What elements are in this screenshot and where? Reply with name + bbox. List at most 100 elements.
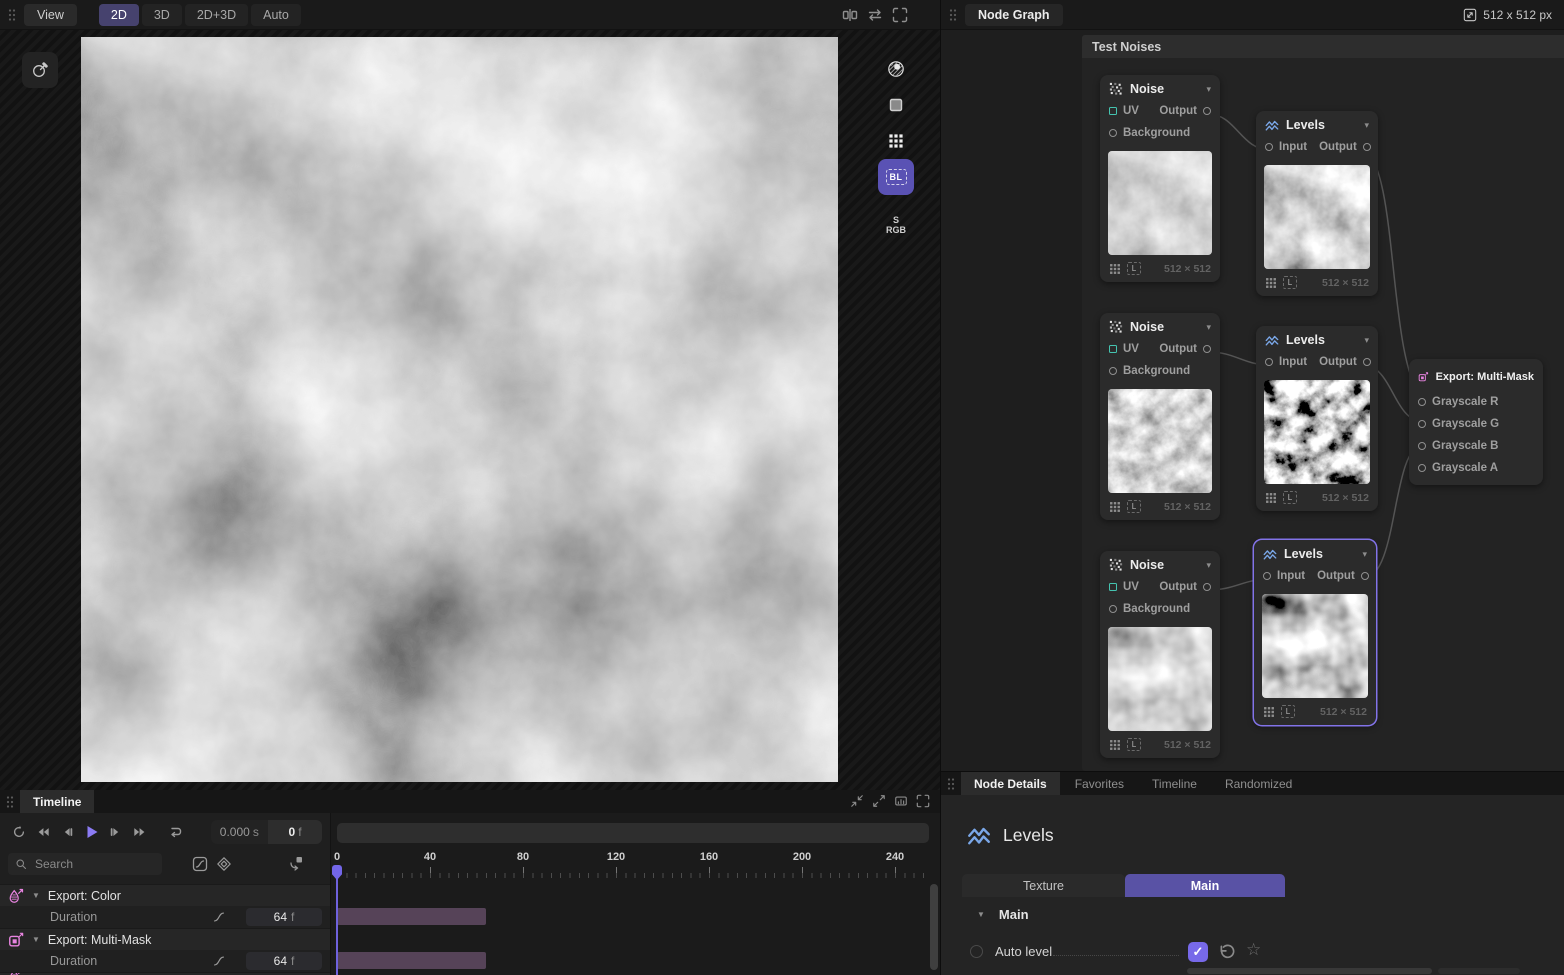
levels-node-1[interactable]: Levels ▾ Input Output L 512 × 512 xyxy=(1256,111,1378,296)
noise-node-1[interactable]: Noise ▾ UV Output Background xyxy=(1100,75,1220,282)
auto-level-checkbox[interactable]: ✓ xyxy=(1188,942,1208,962)
tab-2d3d[interactable]: 2D+3D xyxy=(185,4,248,26)
tab-favorites[interactable]: Favorites xyxy=(1062,772,1137,795)
loop-toggle[interactable] xyxy=(164,821,185,844)
port-grayscale-a[interactable] xyxy=(1418,464,1426,472)
details-scrollbar-track[interactable] xyxy=(1438,968,1520,974)
fast-forward-button[interactable] xyxy=(130,821,151,844)
time-frames-field[interactable]: 0f xyxy=(268,820,322,844)
collapse-triangle-icon[interactable]: ▼ xyxy=(32,891,40,900)
collapse-triangle-icon[interactable]: ▼ xyxy=(32,935,40,944)
linear-badge[interactable]: L xyxy=(1281,705,1295,718)
details-horizontal-scrollbar[interactable] xyxy=(1187,968,1432,974)
tiling-toggle[interactable] xyxy=(878,123,914,159)
tab-timeline[interactable]: Timeline xyxy=(1139,772,1210,795)
noise-node-3[interactable]: Noise ▾ UV Output Background xyxy=(1100,551,1220,758)
collapse-triangle-icon[interactable]: ▼ xyxy=(977,910,985,919)
expand-panel-icon[interactable] xyxy=(872,794,886,808)
drag-handle-icon[interactable] xyxy=(949,8,957,22)
node-preview[interactable] xyxy=(1108,627,1212,731)
next-frame-button[interactable] xyxy=(105,821,126,844)
chevron-down-icon[interactable]: ▾ xyxy=(1206,322,1211,333)
port-output[interactable] xyxy=(1363,143,1371,151)
canvas-resize-icon[interactable] xyxy=(1463,8,1477,22)
favorite-star-icon[interactable]: ☆ xyxy=(1246,940,1261,960)
scrollbar-thumb[interactable] xyxy=(930,884,938,970)
port-input[interactable] xyxy=(1263,572,1271,580)
port-output[interactable] xyxy=(1203,107,1211,115)
keyframe-icon[interactable] xyxy=(216,856,232,872)
search-input[interactable] xyxy=(33,856,143,872)
port-background[interactable] xyxy=(1109,129,1117,137)
fullscreen-icon[interactable] xyxy=(892,7,908,23)
track-export-color[interactable]: ▼ Export: Color xyxy=(0,884,330,906)
chevron-down-icon[interactable]: ▾ xyxy=(1206,560,1211,571)
play-button[interactable] xyxy=(81,821,102,844)
levels-node-3-selected[interactable]: Levels ▾ Input Output L 512 × 512 xyxy=(1254,540,1376,725)
duration-bar-export-multi-mask[interactable] xyxy=(337,952,486,969)
fit-view-icon[interactable] xyxy=(894,794,908,808)
tiling-icon[interactable] xyxy=(1265,277,1277,289)
port-grayscale-r[interactable] xyxy=(1418,398,1426,406)
noise-node-2[interactable]: Noise ▾ UV Output Background xyxy=(1100,313,1220,520)
linear-badge[interactable]: L xyxy=(1127,500,1141,513)
drag-handle-icon[interactable] xyxy=(947,777,955,791)
tiling-icon[interactable] xyxy=(1109,739,1121,751)
duration-value-field[interactable]: 64f xyxy=(246,952,322,970)
timeline-zoom-scrollbar[interactable] xyxy=(337,823,929,843)
tiling-icon[interactable] xyxy=(1263,706,1275,718)
tab-timeline[interactable]: Timeline xyxy=(20,790,94,813)
reset-param-icon[interactable] xyxy=(1218,943,1236,961)
linear-badge[interactable]: L xyxy=(1283,491,1297,504)
texture-preview-2d[interactable] xyxy=(81,37,838,782)
port-background[interactable] xyxy=(1109,605,1117,613)
levels-node-2[interactable]: Levels ▾ Input Output L 512 × 512 xyxy=(1256,326,1378,511)
port-uv[interactable] xyxy=(1109,583,1117,591)
noise-preview-toggle[interactable] xyxy=(878,51,914,87)
port-uv[interactable] xyxy=(1109,345,1117,353)
node-graph-canvas[interactable]: Test Noises Noise ▾ xyxy=(941,30,1564,771)
drag-handle-icon[interactable] xyxy=(6,795,14,809)
time-seconds-field[interactable]: 0.000s xyxy=(211,820,269,844)
node-preview[interactable] xyxy=(1108,151,1212,255)
tab-randomized[interactable]: Randomized xyxy=(1212,772,1305,795)
tiling-icon[interactable] xyxy=(1265,492,1277,504)
add-marker-icon[interactable] xyxy=(288,856,304,872)
timeline-ruler[interactable]: 0 40 80 120 160 200 240 xyxy=(331,813,940,975)
port-grayscale-g[interactable] xyxy=(1418,420,1426,428)
tiling-icon[interactable] xyxy=(1109,501,1121,513)
chevron-down-icon[interactable]: ▾ xyxy=(1206,84,1211,95)
duration-bar-export-color[interactable] xyxy=(337,908,486,925)
export-multi-mask-node[interactable]: Export: Multi-Mask Grayscale R Grayscale… xyxy=(1409,359,1543,485)
tab-3d[interactable]: 3D xyxy=(142,4,182,26)
previous-frame-button[interactable] xyxy=(57,821,78,844)
background-toggle[interactable] xyxy=(878,87,914,123)
port-uv[interactable] xyxy=(1109,107,1117,115)
compare-view-icon[interactable] xyxy=(842,7,858,23)
chevron-down-icon[interactable]: ▾ xyxy=(1364,335,1369,346)
section-main[interactable]: ▼ Main xyxy=(977,907,1029,922)
tab-node-graph[interactable]: Node Graph xyxy=(965,4,1063,26)
track-search[interactable] xyxy=(8,853,162,875)
track-export-multi-mask[interactable]: ▼ Export: Multi-Mask xyxy=(0,928,330,950)
keyframe-radio[interactable] xyxy=(970,945,983,958)
node-preview[interactable] xyxy=(1264,380,1370,484)
rewind-button[interactable] xyxy=(32,821,53,844)
node-preview[interactable] xyxy=(1108,389,1212,493)
fullscreen-icon[interactable] xyxy=(916,794,930,808)
srgb-toggle[interactable]: S RGB xyxy=(878,207,914,243)
tab-2d[interactable]: 2D xyxy=(99,4,139,26)
bilinear-filter-toggle[interactable]: BL xyxy=(878,159,914,195)
interpolation-curve-icon[interactable] xyxy=(212,910,226,924)
port-output[interactable] xyxy=(1203,583,1211,591)
tab-auto[interactable]: Auto xyxy=(251,4,301,26)
port-grayscale-b[interactable] xyxy=(1418,442,1426,450)
drag-handle-icon[interactable] xyxy=(8,8,16,22)
chevron-down-icon[interactable]: ▾ xyxy=(1364,120,1369,131)
chevron-down-icon[interactable]: ▾ xyxy=(1362,549,1367,560)
reset-button[interactable] xyxy=(8,821,29,844)
subtab-texture[interactable]: Texture xyxy=(962,874,1125,897)
port-background[interactable] xyxy=(1109,367,1117,375)
port-input[interactable] xyxy=(1265,358,1273,366)
2d-canvas[interactable]: BL S RGB xyxy=(0,30,940,790)
